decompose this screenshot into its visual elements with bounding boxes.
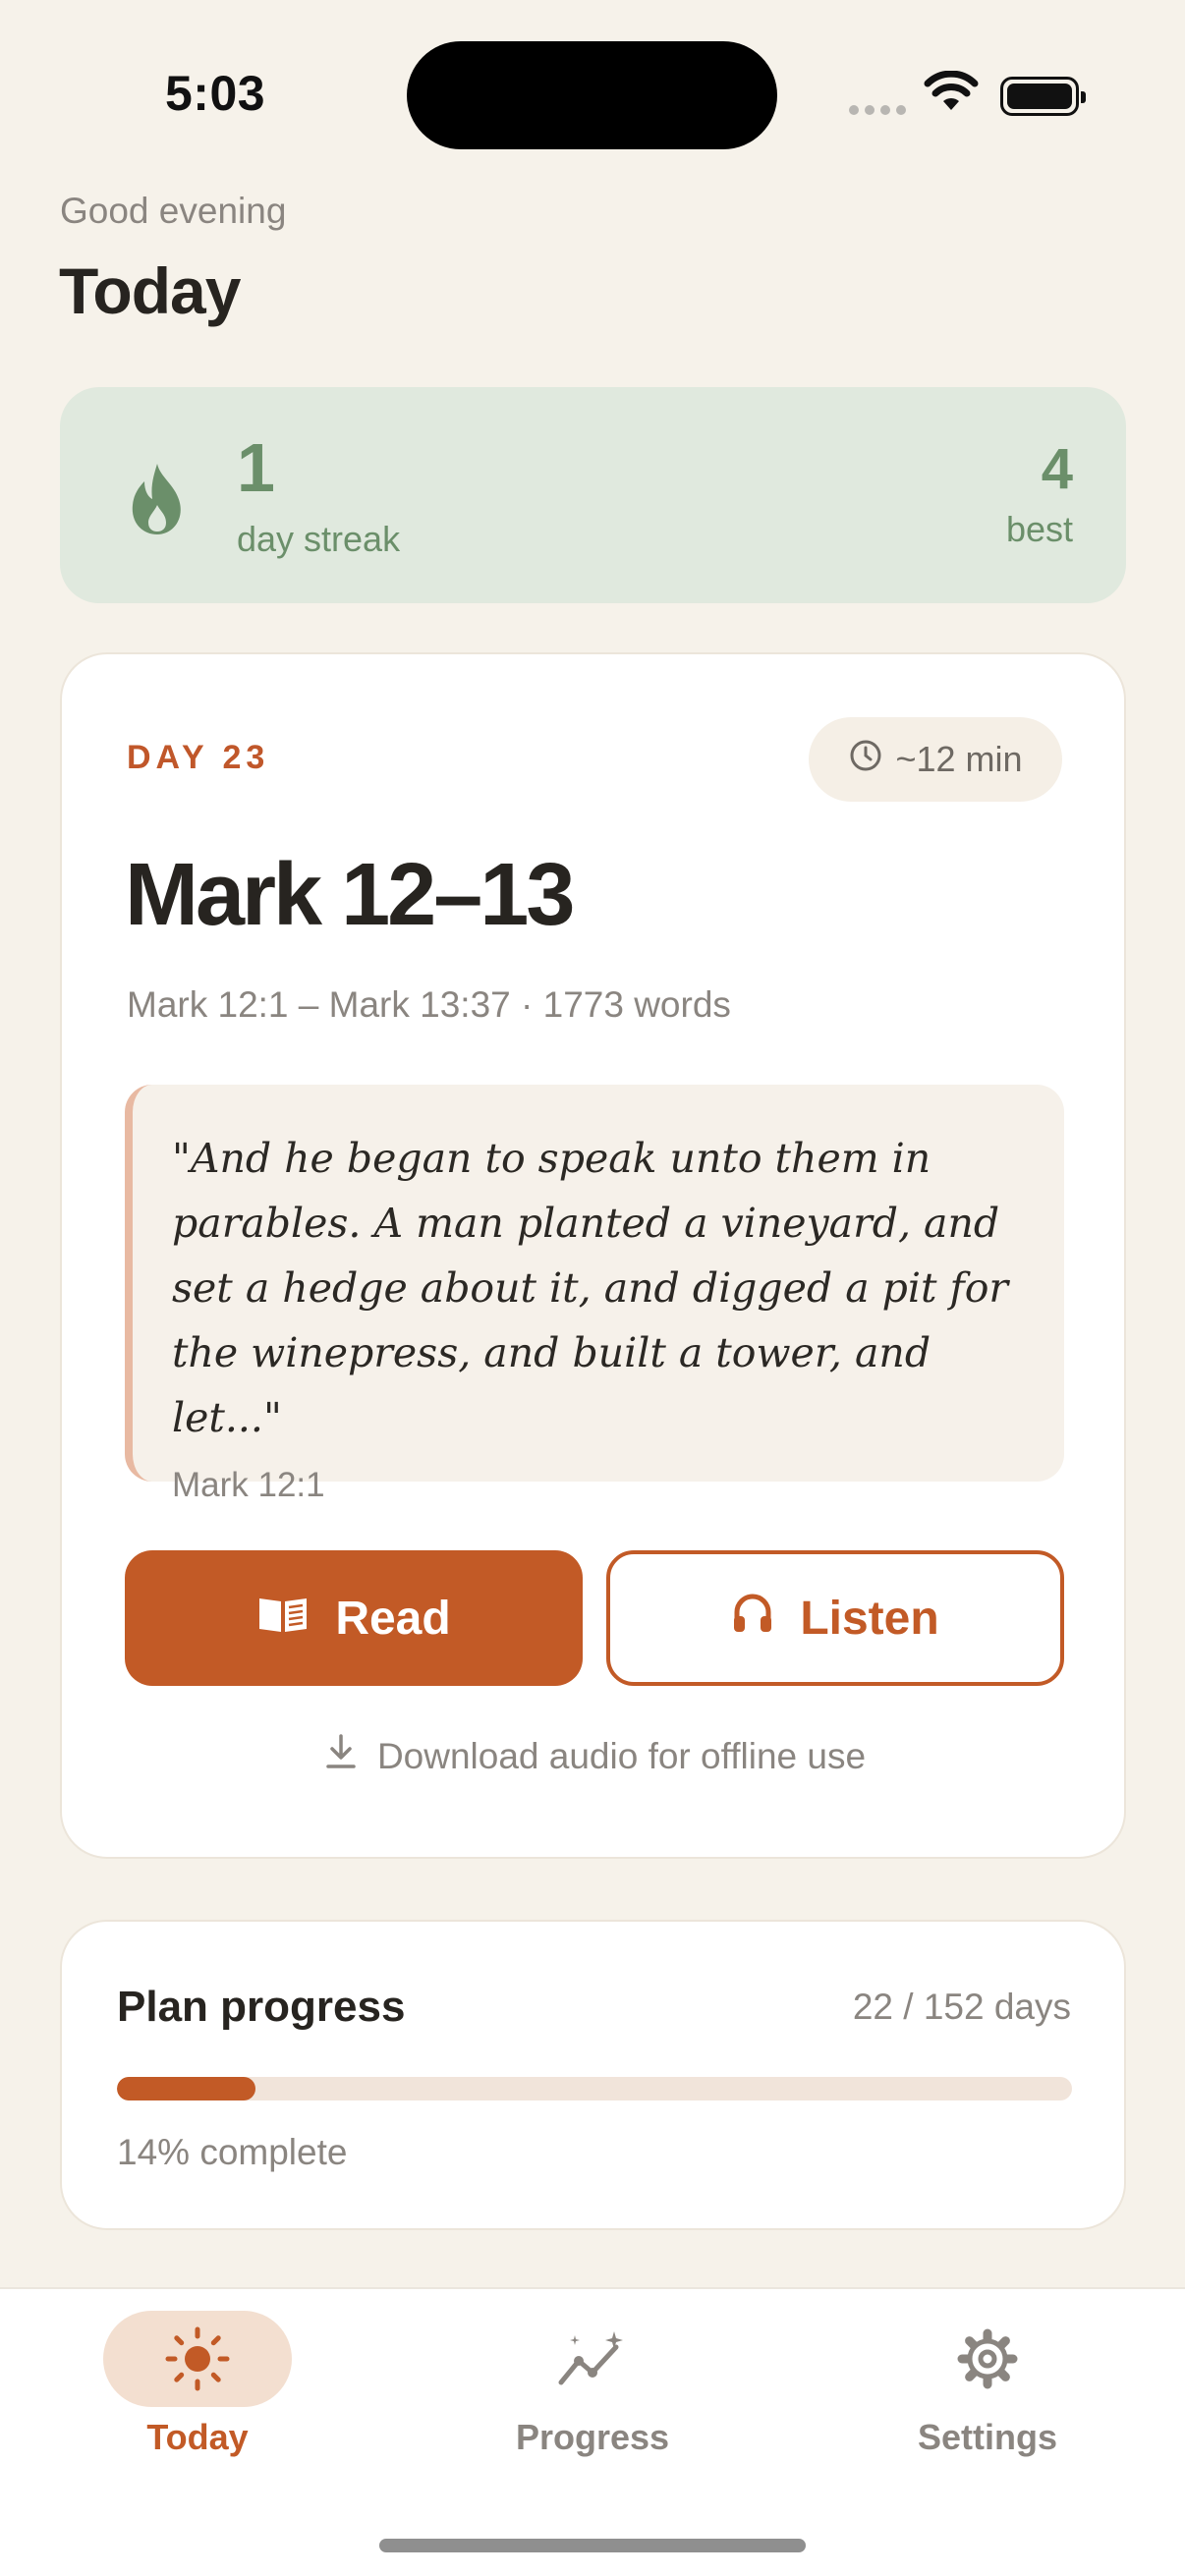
sun-icon — [103, 2311, 292, 2407]
headphones-icon — [731, 1591, 774, 1646]
tab-progress[interactable]: Progress — [395, 2289, 790, 2486]
plan-progress-title: Plan progress — [117, 1983, 406, 2031]
day-label: DAY 23 — [127, 739, 270, 776]
streak-label: day streak — [237, 519, 401, 559]
battery-icon — [1000, 77, 1086, 116]
best-streak-label: best — [1005, 509, 1073, 549]
quote-reference: Mark 12:1 — [172, 1466, 325, 1504]
tab-today[interactable]: Today — [0, 2289, 395, 2486]
duration-badge: ~12 min — [809, 717, 1062, 802]
tab-settings-label: Settings — [917, 2417, 1057, 2457]
best-streak-count: 4 — [1041, 437, 1073, 501]
clock-icon — [848, 738, 883, 782]
home-indicator — [379, 2539, 806, 2552]
flame-icon — [125, 460, 190, 541]
reading-title: Mark 12–13 — [125, 846, 575, 944]
download-audio-link[interactable]: Download audio for offline use — [62, 1733, 1128, 1779]
plan-progress-bar — [117, 2077, 1072, 2100]
read-button-label: Read — [335, 1592, 451, 1645]
dynamic-island — [407, 41, 777, 149]
download-icon — [324, 1733, 358, 1779]
read-button[interactable]: Read — [125, 1550, 583, 1686]
book-icon — [256, 1592, 310, 1646]
wifi-icon — [924, 70, 979, 119]
tab-today-label: Today — [146, 2417, 249, 2457]
tab-bar: Today Progress Settings — [0, 2287, 1185, 2576]
plan-days-count: 22 / 152 days — [852, 1987, 1071, 2027]
quote-text: "And he began to speak unto them in para… — [172, 1135, 1009, 1441]
tab-progress-label: Progress — [515, 2417, 670, 2457]
reading-card: DAY 23 ~12 min Mark 12–13 Mark 12:1 – Ma… — [60, 652, 1126, 1859]
reading-range: Mark 12:1 – Mark 13:37 · 1773 words — [127, 984, 731, 1025]
page-title: Today — [59, 254, 241, 327]
plan-progress-card[interactable]: Plan progress 22 / 152 days 14% complete — [60, 1920, 1126, 2230]
listen-button[interactable]: Listen — [606, 1550, 1064, 1686]
quote-preview: "And he began to speak unto them in para… — [125, 1085, 1064, 1504]
plan-percent-label: 14% complete — [117, 2132, 348, 2172]
duration-text: ~12 min — [895, 739, 1023, 779]
streak-count: 1 — [237, 429, 275, 506]
greeting: Good evening — [60, 191, 287, 231]
plan-progress-fill — [117, 2077, 255, 2100]
tab-settings[interactable]: Settings — [790, 2289, 1185, 2486]
signal-dots-icon — [849, 102, 912, 120]
streak-card: 1 day streak 4 best — [60, 387, 1126, 603]
status-time: 5:03 — [165, 66, 266, 121]
download-label: Download audio for offline use — [376, 1735, 867, 1776]
gear-icon — [956, 2311, 1019, 2407]
chart-sparkle-icon — [557, 2311, 628, 2407]
listen-button-label: Listen — [800, 1592, 939, 1645]
